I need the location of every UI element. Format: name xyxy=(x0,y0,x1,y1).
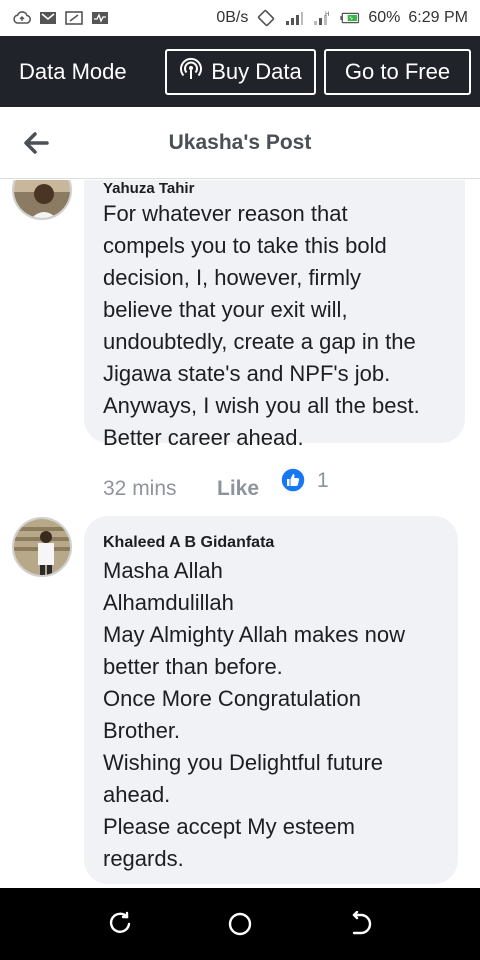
like-reaction-icon[interactable] xyxy=(280,467,306,493)
signal-icon xyxy=(284,10,304,26)
comment-line: Wishing you Delightful future xyxy=(103,750,384,775)
cloud-upload-icon xyxy=(12,10,32,26)
comment-bubble[interactable]: Khaleed A B Gidanfata Masha Allah Alhamd… xyxy=(84,516,458,884)
notification-icons xyxy=(12,10,110,26)
gmail-icon xyxy=(38,10,58,26)
signal-h-icon: H xyxy=(312,10,332,26)
comment-line: compels you to take this bold xyxy=(103,233,387,258)
comment-line: Brother. xyxy=(103,718,181,743)
comment-meta: 32 mins Like 1 xyxy=(103,467,329,501)
activity-icon xyxy=(90,10,110,26)
avatar[interactable] xyxy=(12,180,72,220)
page-title: Ukasha's Post xyxy=(168,131,312,154)
comment-bubble[interactable]: Yahuza Tahir For whatever reason that co… xyxy=(84,180,465,450)
buy-data-label: Buy Data xyxy=(211,59,302,84)
like-button[interactable]: Like xyxy=(217,477,259,501)
comment-line: Better career ahead. xyxy=(103,425,304,450)
go-to-free-label: Go to Free xyxy=(344,59,451,84)
buy-data-button[interactable]: Buy Data xyxy=(165,49,316,95)
comment-line: Masha Allah xyxy=(103,558,223,583)
back-icon[interactable] xyxy=(340,904,380,944)
navigation-bar xyxy=(0,888,480,960)
comment-line: Anyways, I wish you all the best. xyxy=(103,393,420,418)
screenshot-icon xyxy=(64,10,84,26)
comment-line: Jigawa state's and NPF's job. xyxy=(103,361,391,386)
comment-line: For whatever reason that xyxy=(103,201,348,226)
home-icon[interactable] xyxy=(220,904,260,944)
svg-text:H: H xyxy=(325,11,330,18)
comment-line: undoubtedly, create a gap in the xyxy=(103,329,416,354)
comment-text: Masha Allah Alhamdulillah May Almighty A… xyxy=(103,555,405,875)
comment-line: better than before. xyxy=(103,654,283,679)
rotate-icon xyxy=(256,9,276,27)
system-status: 0B/s H 60% 6:29 PM xyxy=(216,9,468,27)
comment-author[interactable]: Khaleed A B Gidanfata xyxy=(103,534,274,552)
avatar[interactable] xyxy=(12,517,72,577)
broadcast-icon xyxy=(179,57,203,87)
comment-time: 32 mins xyxy=(103,477,177,500)
status-bar: 0B/s H 60% 6:29 PM xyxy=(0,0,480,36)
comment-text: For whatever reason that compels you to … xyxy=(103,198,420,454)
post-header: Ukasha's Post xyxy=(0,107,480,179)
net-speed: 0B/s xyxy=(216,9,249,26)
data-mode-bar: Data Mode Buy Data Go to Free xyxy=(0,36,480,107)
clock: 6:29 PM xyxy=(408,9,468,26)
go-to-free-button[interactable]: Go to Free xyxy=(324,49,471,95)
comment-line: Once More Congratulation xyxy=(103,686,362,711)
comment-line: ahead. xyxy=(103,782,171,807)
battery-icon xyxy=(340,10,360,26)
comments-feed[interactable]: Yahuza Tahir For whatever reason that co… xyxy=(0,180,480,888)
battery-level: 60% xyxy=(368,9,401,26)
comment-line: regards. xyxy=(103,846,184,871)
comment-line: decision, I, however, firmly xyxy=(103,265,361,290)
comment-line: believe that your exit will, xyxy=(103,297,348,322)
comment-author[interactable]: Yahuza Tahir xyxy=(103,180,194,197)
reaction-count[interactable]: 1 xyxy=(317,469,329,493)
comment-line: May Almighty Allah makes now xyxy=(103,622,406,647)
recent-apps-icon[interactable] xyxy=(100,904,140,944)
comment-line: Alhamdulillah xyxy=(103,590,234,615)
comment-line: Please accept My esteem xyxy=(103,814,355,839)
data-mode-label: Data Mode xyxy=(19,58,127,84)
